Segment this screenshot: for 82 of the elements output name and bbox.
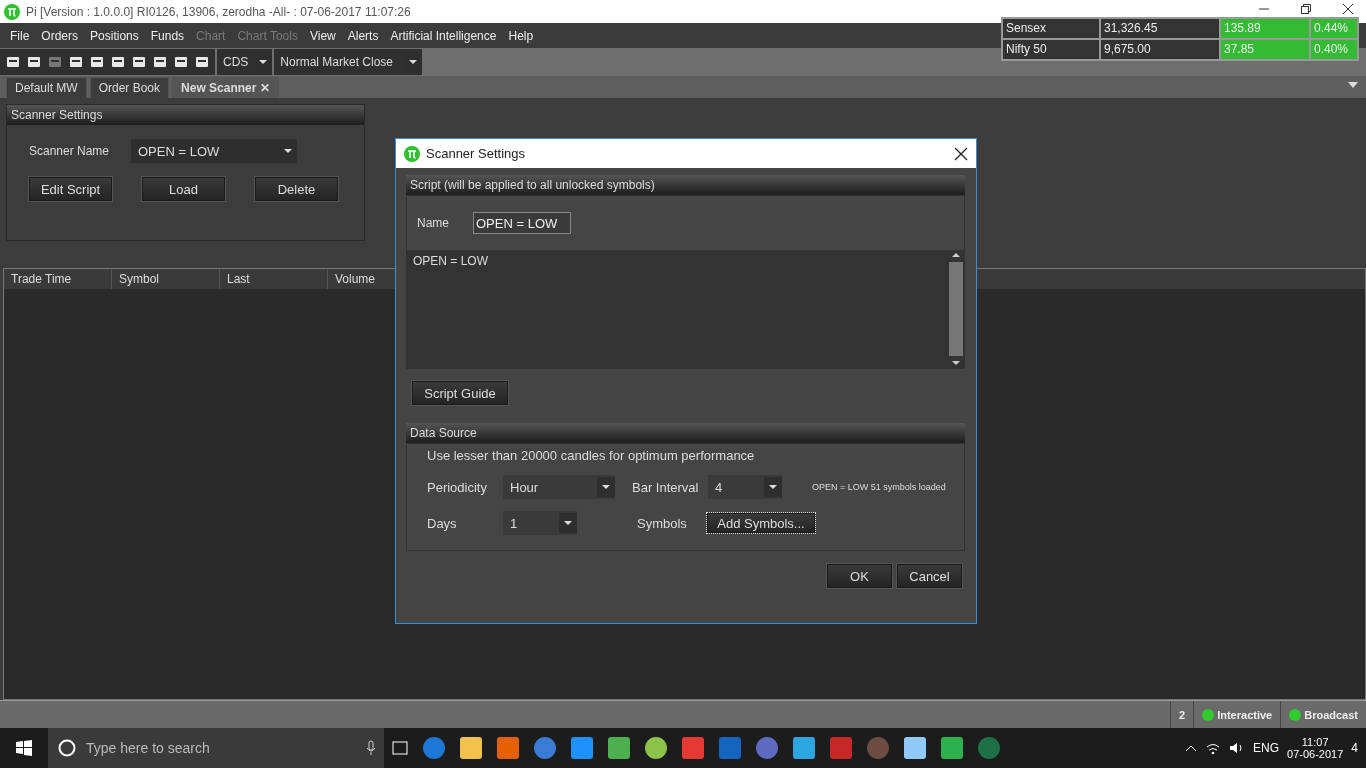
taskbar-app-icon[interactable] [643,735,669,761]
table-cell: 0.40% [1310,39,1358,60]
taskbar-app-icon[interactable] [939,735,965,761]
menu-item[interactable]: Alerts [341,28,385,43]
add-symbols-button[interactable]: Add Symbols... [707,513,815,533]
menu-item[interactable]: Positions [84,28,145,43]
field-label: Symbols [637,515,688,531]
table-cell: 0.44% [1310,18,1358,39]
bar-interval-dropdown[interactable]: 4 [708,475,782,499]
panel-header: Scanner Settings [7,105,364,125]
close-tab-icon[interactable]: ✕ [260,81,271,95]
script-guide-button[interactable]: Script Guide [412,381,508,405]
table-cell: 135.89 [1220,18,1310,39]
close-icon[interactable] [954,146,968,161]
menu-item[interactable]: Artificial Intelligence [384,28,503,43]
market-status-dropdown[interactable]: Normal Market Close [274,49,423,75]
taskbar-app-icon[interactable] [606,735,632,761]
wifi-icon[interactable] [1205,741,1221,755]
restore-icon[interactable] [1300,3,1312,15]
periodicity-dropdown[interactable]: Hour [503,475,615,499]
panel-button[interactable]: Load [142,177,225,201]
field-label: Days [427,515,458,531]
menu-item[interactable]: File [4,28,36,43]
tab[interactable]: Default MW [6,77,87,98]
column-header[interactable]: Last [220,269,328,289]
chevron-up-icon[interactable] [1185,744,1197,752]
script-text: OPEN = LOW [412,253,490,270]
window-title: Pi [Version : 1.0.0.0] RI0126, 13906, zerodha -All- : 07-06-2017 11:07:26 [26,4,411,19]
days-dropdown[interactable]: 1 [503,511,577,535]
field-label: Scanner Name [29,144,111,158]
table-cell: 37.85 [1220,39,1310,60]
table-cell: Sensex [1002,18,1100,39]
table-cell: Nifty 50 [1002,39,1100,60]
table-cell: 9,675.00 [1100,39,1220,60]
column-header[interactable]: Symbol [112,269,220,289]
close-icon[interactable] [1342,3,1354,15]
app-logo-icon [4,3,20,20]
table-cell: 31,326.45 [1100,18,1220,39]
dialog-title: Scanner Settings [426,146,525,161]
field-label: Bar Interval [632,479,700,495]
script-editor[interactable]: OPEN = LOW [407,250,964,368]
task-view-icon[interactable] [390,740,410,756]
language-indicator[interactable]: ENG [1253,741,1280,755]
window-icon[interactable] [5,54,21,70]
taskbar-app-icon[interactable] [902,735,928,761]
dialog-button[interactable]: Cancel [897,564,962,588]
speaker-icon[interactable] [1229,741,1245,755]
taskbar-app-icon[interactable] [569,735,595,761]
scrollbar-thumb[interactable] [949,262,963,356]
clock[interactable]: 11:07 07-06-2017 [1287,736,1344,760]
field-label: Name [417,216,450,230]
status-text: OPEN = LOW 51 symbols loaded [812,482,946,492]
panel-button[interactable]: Edit Script [29,177,112,201]
search-icon [58,739,76,757]
column-header[interactable]: Trade Time [4,269,112,289]
field-label: Periodicity [427,479,488,495]
search-field[interactable]: Type here to search [84,739,358,757]
dialog-button[interactable]: OK [827,564,892,588]
taskbar-app-icon[interactable] [791,735,817,761]
scroll-down-icon[interactable] [951,358,961,368]
microphone-icon[interactable] [366,740,376,756]
app-logo-icon [404,145,420,162]
search-bar[interactable]: Type here to search [48,728,384,768]
name-field[interactable]: OPEN = LOW [473,212,571,234]
taskbar-app-icon[interactable] [458,735,484,761]
windows-logo-icon[interactable] [16,740,32,756]
menu-item[interactable]: Help [502,28,540,43]
taskbar-app-icon[interactable] [495,735,521,761]
notification-count[interactable]: 4 [1351,741,1358,755]
menu-item[interactable]: View [303,28,342,43]
menu-item[interactable]: Orders [35,28,85,43]
tab[interactable]: New Scanner ✕ [172,77,280,98]
section-header: Script (will be applied to all unlocked symbols) [406,175,965,195]
scanner-name-dropdown[interactable]: OPEN = LOW [131,139,297,163]
panel-button[interactable]: Delete [255,177,338,201]
menu-item[interactable]: Funds [144,28,191,43]
dropdown-arrow-icon[interactable] [1348,82,1358,88]
tab[interactable]: Order Book [89,77,170,98]
exchange-dropdown[interactable]: CDS [217,49,273,75]
hint-text: Use lesser than 20000 candles for optimum performance [427,448,755,463]
scroll-up-icon[interactable] [951,250,961,260]
section-header: Data Source [406,423,965,443]
